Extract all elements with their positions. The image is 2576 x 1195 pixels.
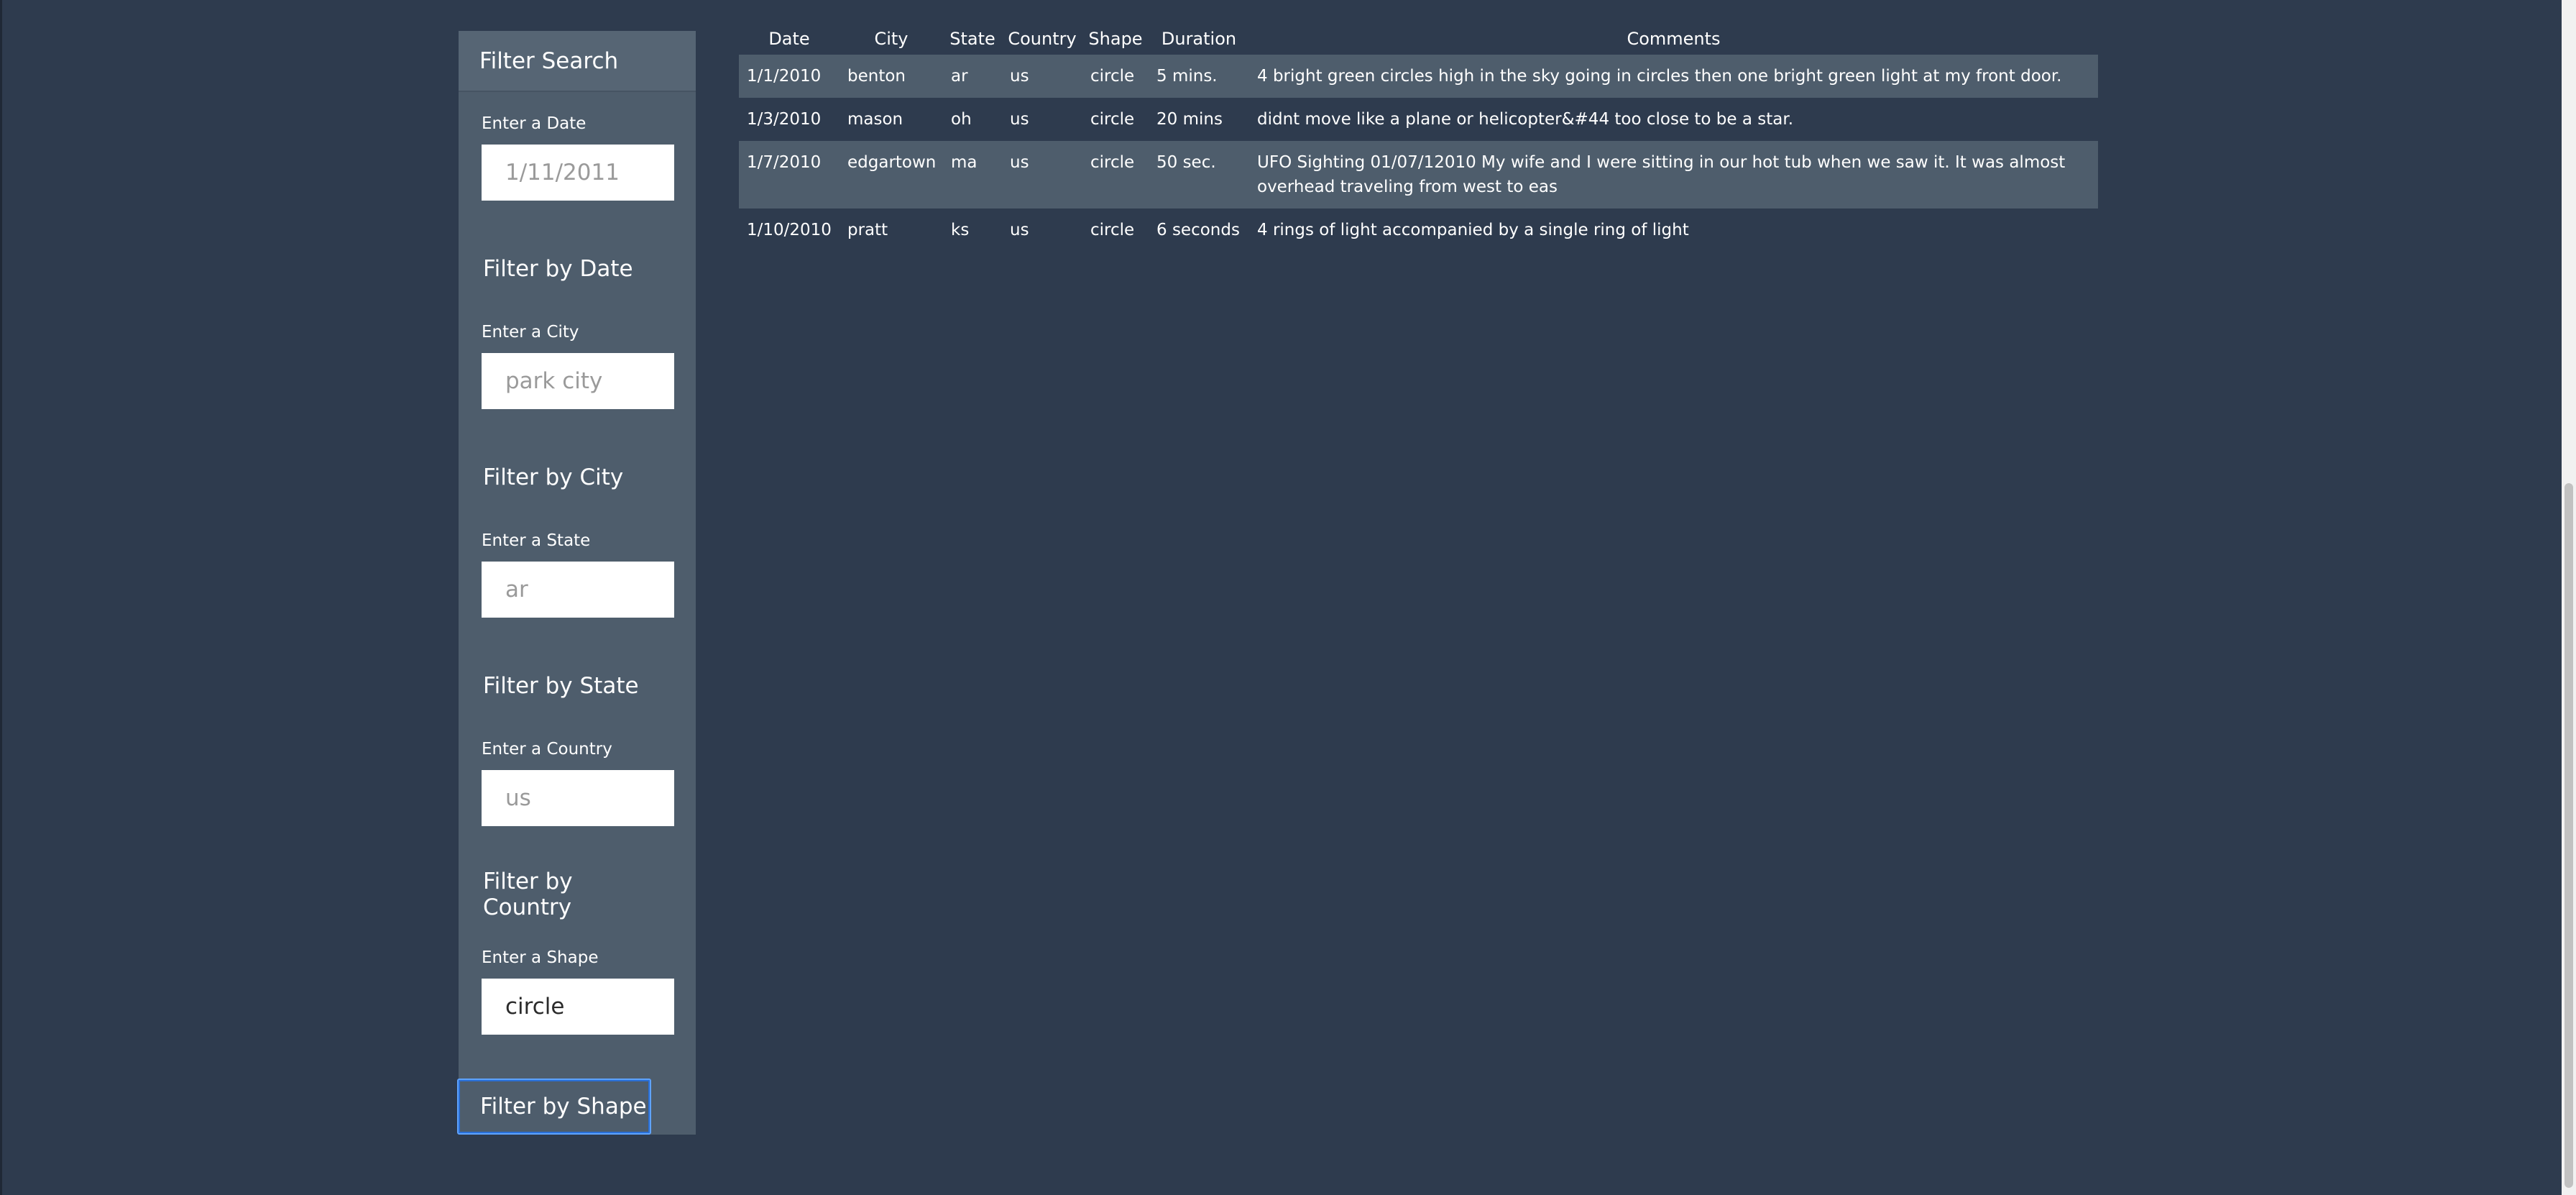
table-row: 1/7/2010 edgartown ma us circle 50 sec. … <box>739 141 2098 209</box>
cell-date: 1/7/2010 <box>739 141 840 209</box>
cell-state: ar <box>943 55 1002 98</box>
column-header-shape: Shape <box>1088 29 1143 49</box>
date-input[interactable] <box>482 145 674 201</box>
cell-date: 1/1/2010 <box>739 55 840 98</box>
cell-comments: 4 rings of light accompanied by a single… <box>1257 221 1689 239</box>
filter-by-country-button[interactable]: Filter by Country <box>460 866 654 922</box>
cell-country: us <box>1010 110 1029 129</box>
table-row: 1/3/2010 mason oh us circle 20 mins didn… <box>739 98 2098 141</box>
filter-sidebar: Filter Search Enter a Date Filter by Dat… <box>457 31 696 1135</box>
cell-city: edgartown <box>840 141 943 209</box>
column-header-state: State <box>949 29 995 49</box>
state-input[interactable] <box>482 562 674 618</box>
filter-by-city-button[interactable]: Filter by City <box>460 449 654 505</box>
column-header-comments: Comments <box>1627 29 1721 49</box>
cell-state: ks <box>951 221 970 239</box>
cell-duration: 20 mins <box>1156 110 1223 129</box>
cell-duration: 6 seconds <box>1156 221 1240 239</box>
cell-date: 1/10/2010 <box>747 221 832 239</box>
cell-city: benton <box>840 55 943 98</box>
country-input[interactable] <box>482 770 674 826</box>
window-edge <box>0 0 2 1195</box>
column-header-duration: Duration <box>1161 29 1237 49</box>
cell-shape: circle <box>1082 141 1149 209</box>
table-row: 1/10/2010 pratt ks us circle 6 seconds 4… <box>739 209 2098 252</box>
country-filter-group: Enter a Country <box>482 738 674 826</box>
cell-shape: circle <box>1090 221 1135 239</box>
state-filter-label: Enter a State <box>482 531 591 550</box>
cell-country: us <box>1002 141 1082 209</box>
cell-comments: 4 bright green circles high in the sky g… <box>1249 55 2098 98</box>
table-header-row: Date City State Country Shape Duration C… <box>739 23 2098 55</box>
shape-filter-label: Enter a Shape <box>482 948 599 967</box>
date-filter-group: Enter a Date <box>482 113 674 201</box>
cell-shape: circle <box>1082 55 1149 98</box>
table-row: 1/1/2010 benton ar us circle 5 mins. 4 b… <box>739 55 2098 98</box>
cell-comments: didnt move like a plane or helicopter&#4… <box>1257 110 1794 129</box>
shape-input[interactable] <box>482 979 674 1035</box>
cell-state: oh <box>951 110 972 129</box>
cell-country: us <box>1010 221 1029 239</box>
state-filter-group: Enter a State <box>482 530 674 618</box>
column-header-date: Date <box>768 29 810 49</box>
column-header-city: City <box>874 29 908 49</box>
cell-date: 1/3/2010 <box>747 110 822 129</box>
page-scrollbar[interactable] <box>2562 0 2576 1195</box>
city-filter-label: Enter a City <box>482 323 579 342</box>
cell-comments: UFO Sighting 01/07/12010 My wife and I w… <box>1249 141 2098 209</box>
sidebar-title: Filter Search <box>459 31 696 92</box>
city-input[interactable] <box>482 353 674 409</box>
ufo-sightings-table: Date City State Country Shape Duration C… <box>739 23 2098 252</box>
cell-country: us <box>1002 55 1082 98</box>
cell-state: ma <box>943 141 1002 209</box>
cell-duration: 50 sec. <box>1149 141 1249 209</box>
city-filter-group: Enter a City <box>482 321 674 409</box>
cell-shape: circle <box>1090 110 1135 129</box>
cell-city: mason <box>847 110 903 129</box>
date-filter-label: Enter a Date <box>482 114 586 133</box>
country-filter-label: Enter a Country <box>482 740 612 759</box>
shape-filter-group: Enter a Shape <box>482 947 674 1035</box>
filter-by-state-button[interactable]: Filter by State <box>460 658 654 714</box>
cell-duration: 5 mins. <box>1149 55 1249 98</box>
column-header-country: Country <box>1008 29 1077 49</box>
ufo-table-container: Date City State Country Shape Duration C… <box>739 23 2098 252</box>
filter-by-date-button[interactable]: Filter by Date <box>460 241 654 297</box>
filter-by-shape-button[interactable]: Filter by Shape <box>457 1079 651 1135</box>
cell-city: pratt <box>847 221 888 239</box>
scrollbar-thumb[interactable] <box>2564 483 2573 1188</box>
